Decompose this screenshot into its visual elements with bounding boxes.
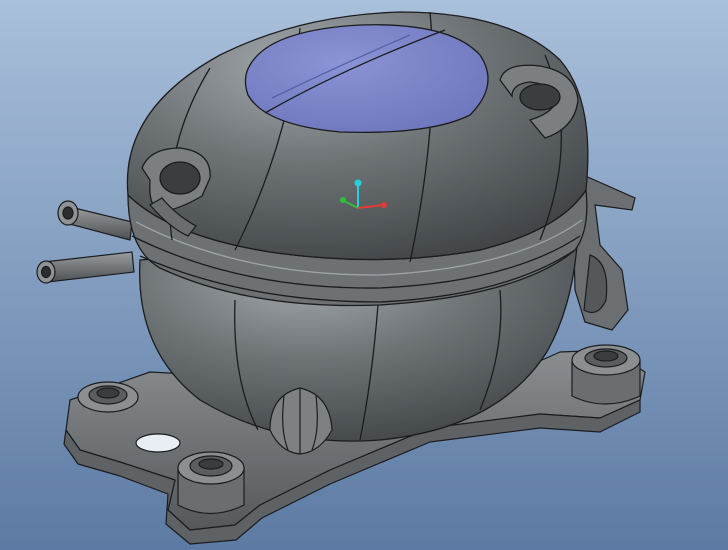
mount-boss-front	[177, 451, 245, 514]
triad-y-tip	[340, 197, 346, 203]
triad-z-tip	[354, 179, 362, 187]
model-canvas[interactable]	[0, 0, 728, 550]
mount-boss-right	[571, 344, 641, 405]
top-cap-face[interactable]	[244, 24, 489, 134]
triad-x-tip	[381, 202, 387, 208]
cad-viewport[interactable]	[0, 0, 728, 550]
mount-boss-left	[77, 381, 139, 413]
base-hole	[135, 433, 181, 453]
